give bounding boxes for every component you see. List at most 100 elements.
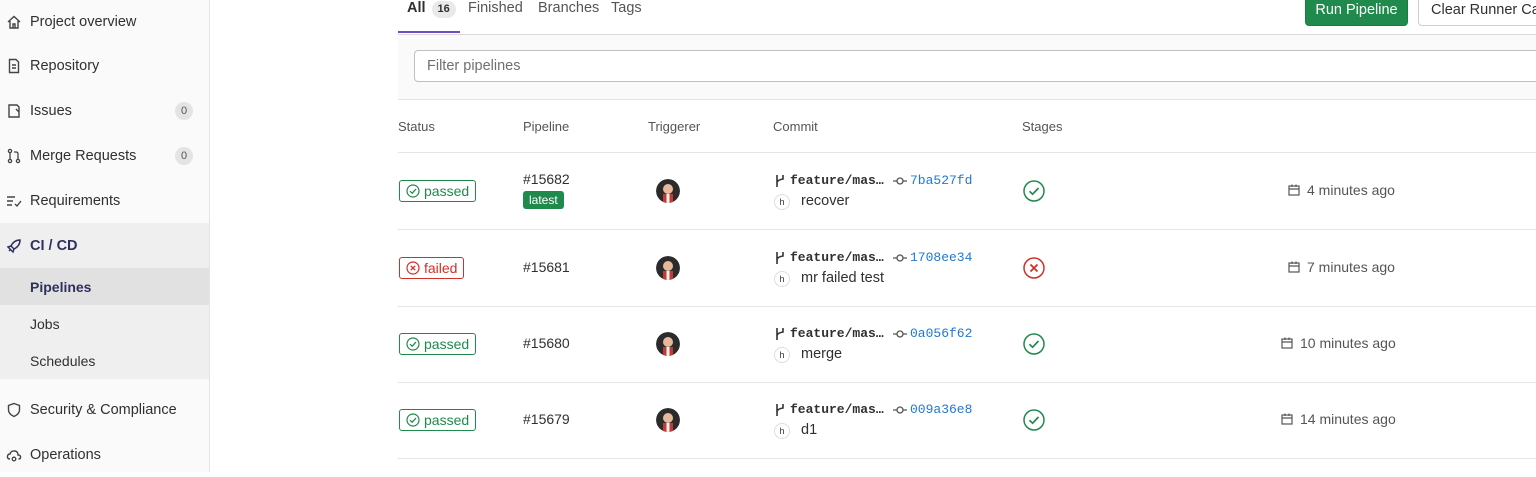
filter-bar (398, 35, 1536, 100)
table-header: Status Pipeline Triggerer Commit Stages (398, 100, 1536, 153)
stage-passed-icon[interactable] (1023, 409, 1045, 431)
commit-sha-link[interactable]: 009a36e8 (910, 402, 972, 417)
commit-author-avatar[interactable]: h (774, 347, 790, 363)
issues-icon (6, 103, 22, 119)
commit-sha-link[interactable]: 0a056f62 (910, 326, 972, 341)
commit-author-avatar[interactable]: h (774, 271, 790, 287)
sidebar-item-label: Security & Compliance (30, 402, 177, 418)
status-label: failed (424, 260, 458, 276)
branch-icon (776, 404, 784, 416)
commit-author-avatar[interactable]: h (774, 423, 790, 439)
pipeline-id-link[interactable]: #15681 (523, 259, 570, 275)
table-row: passed #15682 latest feature/mas… 7ba527… (398, 153, 1536, 230)
finished-time: 4 minutes ago (1307, 182, 1395, 198)
sidebar-subitem-label: Schedules (30, 352, 96, 369)
status-badge-passed[interactable]: passed (399, 333, 477, 355)
triggerer-avatar[interactable] (656, 179, 680, 203)
sidebar-subitem-schedules[interactable]: Schedules (0, 342, 209, 379)
tab-all[interactable]: All 16 (407, 0, 456, 33)
status-label: passed (424, 412, 470, 428)
tab-branches[interactable]: Branches (538, 0, 599, 33)
issues-count-badge: 0 (175, 102, 193, 120)
active-tab-indicator (398, 31, 460, 33)
pipeline-id-link[interactable]: #15679 (523, 411, 570, 427)
sidebar-item-operations[interactable]: Operations (0, 433, 209, 477)
shield-icon (6, 402, 22, 418)
sidebar-item-merge-requests[interactable]: Merge Requests 0 (0, 134, 209, 178)
commit-sha-link[interactable]: 7ba527fd (910, 173, 972, 188)
status-label: passed (424, 336, 470, 352)
commit-message-link[interactable]: recover (801, 193, 849, 209)
finished-time: 7 minutes ago (1307, 259, 1395, 275)
calendar-icon (1288, 261, 1300, 273)
check-circle-icon (406, 184, 420, 198)
branch-name-link[interactable]: feature/mas… (790, 402, 884, 417)
triggerer-avatar[interactable] (656, 256, 680, 280)
tab-all-label: All (407, 0, 426, 16)
commit-message-link[interactable]: mr failed test (801, 270, 884, 286)
sidebar-item-label: Repository (30, 58, 100, 74)
branch-icon (776, 252, 784, 264)
commit-message-link[interactable]: d1 (801, 422, 817, 438)
check-circle-icon (406, 337, 420, 351)
commit-sha-link[interactable]: 1708ee34 (910, 250, 972, 265)
commit-icon (893, 177, 907, 185)
tab-finished[interactable]: Finished (468, 0, 523, 33)
run-pipeline-button[interactable]: Run Pipeline (1305, 0, 1408, 26)
header-triggerer: Triggerer (648, 119, 701, 134)
requirements-icon (6, 193, 22, 209)
sidebar-item-label: Issues (30, 103, 72, 119)
pipeline-id-link[interactable]: #15682 (523, 171, 570, 187)
branch-icon (776, 175, 784, 187)
header-status: Status (398, 119, 435, 134)
check-circle-icon (406, 413, 420, 427)
sidebar-subitem-jobs[interactable]: Jobs (0, 305, 209, 342)
calendar-icon (1288, 184, 1300, 196)
status-badge-passed[interactable]: passed (399, 180, 477, 202)
cloud-gear-icon (6, 447, 22, 463)
commit-message-link[interactable]: merge (801, 346, 842, 362)
sidebar-item-requirements[interactable]: Requirements (0, 179, 209, 223)
commit-icon (893, 330, 907, 338)
stage-passed-icon[interactable] (1023, 333, 1045, 355)
header-pipeline: Pipeline (523, 119, 570, 134)
tab-tags[interactable]: Tags (611, 0, 642, 33)
sidebar-item-label: Operations (30, 447, 101, 463)
status-label: passed (424, 183, 470, 199)
merge-requests-count-badge: 0 (175, 147, 193, 165)
status-badge-failed[interactable]: failed (399, 257, 465, 279)
stage-failed-icon[interactable] (1023, 257, 1045, 279)
stage-passed-icon[interactable] (1023, 180, 1045, 202)
sidebar-item-issues[interactable]: Issues 0 (0, 89, 209, 133)
commit-icon (893, 254, 907, 262)
error-circle-icon (406, 261, 420, 275)
triggerer-avatar[interactable] (656, 408, 680, 432)
branch-icon (776, 328, 784, 340)
sidebar-item-project-overview[interactable]: Project overview (0, 0, 209, 44)
sidebar-subitem-pipelines[interactable]: Pipelines (0, 268, 209, 305)
sidebar-item-label: CI / CD (30, 238, 78, 254)
sidebar-item-ci-cd[interactable]: CI / CD (0, 223, 209, 269)
calendar-icon (1281, 337, 1293, 349)
commit-author-avatar[interactable]: h (774, 194, 790, 210)
table-row: passed #15680 feature/mas… 0a056f62 h me… (398, 306, 1536, 383)
rocket-icon (6, 238, 22, 254)
branch-name-link[interactable]: feature/mas… (790, 250, 884, 265)
branch-name-link[interactable]: feature/mas… (790, 326, 884, 341)
home-icon (6, 14, 22, 30)
triggerer-avatar[interactable] (656, 332, 680, 356)
sidebar-item-security-compliance[interactable]: Security & Compliance (0, 388, 209, 432)
sidebar-subitem-label: Pipelines (30, 278, 92, 295)
latest-badge: latest (523, 191, 564, 209)
clear-runner-caches-button[interactable]: Clear Runner Caches (1418, 0, 1536, 26)
commit-icon (893, 406, 907, 414)
sidebar-item-label: Project overview (30, 14, 137, 30)
header-stages: Stages (1022, 119, 1063, 134)
status-badge-passed[interactable]: passed (399, 409, 477, 431)
header-commit: Commit (773, 119, 818, 134)
sidebar-item-repository[interactable]: Repository (0, 44, 209, 88)
table-row: passed #15679 feature/mas… 009a36e8 h d1… (398, 382, 1536, 459)
pipeline-id-link[interactable]: #15680 (523, 335, 570, 351)
branch-name-link[interactable]: feature/mas… (790, 173, 884, 188)
filter-pipelines-input[interactable] (414, 50, 1536, 82)
